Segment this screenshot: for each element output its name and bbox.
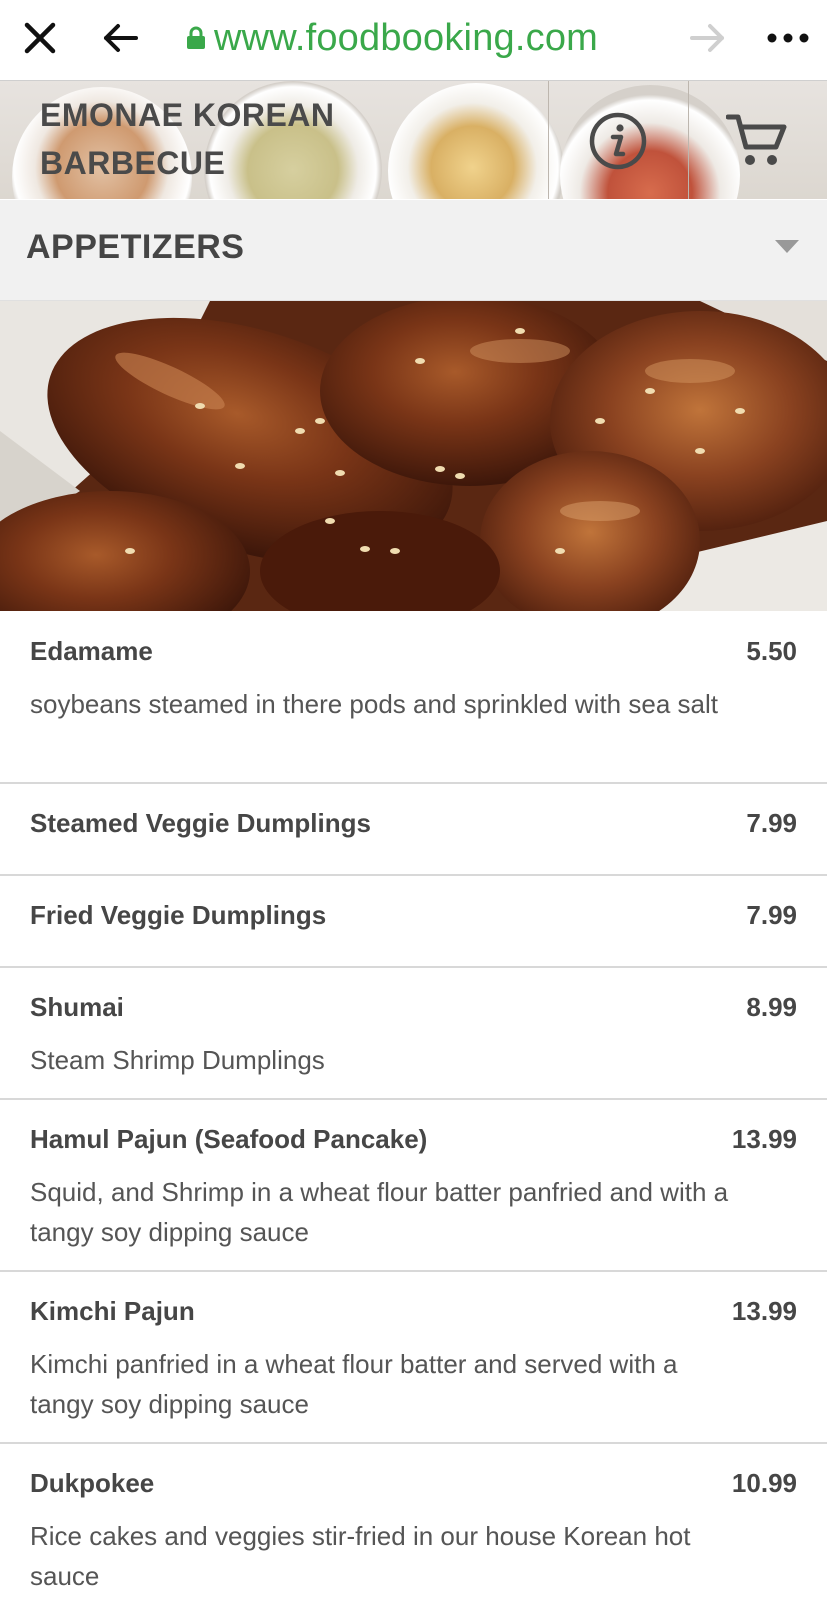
- item-name: Steamed Veggie Dumplings: [30, 808, 371, 838]
- item-description: soybeans steamed in there pods and sprin…: [30, 689, 718, 719]
- menu-item[interactable]: Hamul Pajun (Seafood Pancake) 13.99 Squi…: [0, 1100, 827, 1272]
- header-divider: [548, 81, 549, 199]
- item-name: Edamame: [30, 636, 153, 666]
- item-name: Shumai: [30, 992, 124, 1022]
- item-price: 8.99: [746, 992, 797, 1022]
- menu-item[interactable]: Kimchi Pajun 13.99 Kimchi panfried in a …: [0, 1272, 827, 1444]
- restaurant-header: EMONAE KOREAN BARBECUE: [0, 81, 827, 199]
- item-price: 10.99: [731, 1468, 797, 1498]
- item-description: Steam Shrimp Dumplings: [30, 1045, 325, 1075]
- address-bar[interactable]: www.foodbooking.com: [186, 16, 598, 60]
- item-price: 7.99: [746, 900, 797, 930]
- menu-item[interactable]: Dukpokee 10.99 Rice cakes and veggies st…: [0, 1444, 827, 1616]
- restaurant-name-line-2: BARBECUE: [40, 145, 226, 181]
- menu-item[interactable]: Fried Veggie Dumplings 7.99: [0, 876, 827, 968]
- restaurant-name-line-1: EMONAE KOREAN: [40, 97, 335, 133]
- item-price: 7.99: [746, 808, 797, 838]
- item-name: Hamul Pajun (Seafood Pancake): [30, 1124, 428, 1154]
- caret-down-icon: [775, 240, 799, 253]
- header-divider: [688, 81, 689, 199]
- more-dots-icon[interactable]: [764, 14, 812, 62]
- item-price: 5.50: [746, 636, 797, 666]
- menu-item[interactable]: Edamame 5.50 soybeans steamed in there p…: [0, 612, 827, 784]
- category-title: APPETIZERS: [26, 228, 245, 266]
- url-text: www.foodbooking.com: [214, 16, 599, 59]
- cart-icon[interactable]: [718, 101, 798, 181]
- menu-item[interactable]: Steamed Veggie Dumplings 7.99: [0, 784, 827, 876]
- item-price: 13.99: [731, 1124, 797, 1154]
- item-description: Squid, and Shrimp in a wheat flour batte…: [30, 1177, 729, 1247]
- item-description: Kimchi panfried in a wheat flour batter …: [30, 1349, 678, 1419]
- restaurant-name: EMONAE KOREAN BARBECUE: [40, 91, 440, 187]
- category-selector[interactable]: APPETIZERS: [0, 200, 827, 301]
- back-arrow-icon[interactable]: [96, 14, 144, 62]
- item-name: Kimchi Pajun: [30, 1296, 195, 1326]
- menu-item[interactable]: Shumai 8.99 Steam Shrimp Dumplings: [0, 968, 827, 1100]
- item-name: Fried Veggie Dumplings: [30, 900, 327, 930]
- forward-arrow-icon[interactable]: [684, 14, 732, 62]
- item-name: Dukpokee: [30, 1468, 155, 1498]
- lock-icon: [186, 26, 206, 50]
- browser-toolbar: www.foodbooking.com: [0, 0, 827, 81]
- category-hero-image: [0, 301, 827, 611]
- item-description: Rice cakes and veggies stir-fried in our…: [30, 1521, 691, 1591]
- info-icon[interactable]: [578, 101, 658, 181]
- close-icon[interactable]: [16, 14, 64, 62]
- item-price: 13.99: [731, 1296, 797, 1326]
- menu-list: Edamame 5.50 soybeans steamed in there p…: [0, 612, 827, 1616]
- fried-chicken-photo: [0, 301, 827, 611]
